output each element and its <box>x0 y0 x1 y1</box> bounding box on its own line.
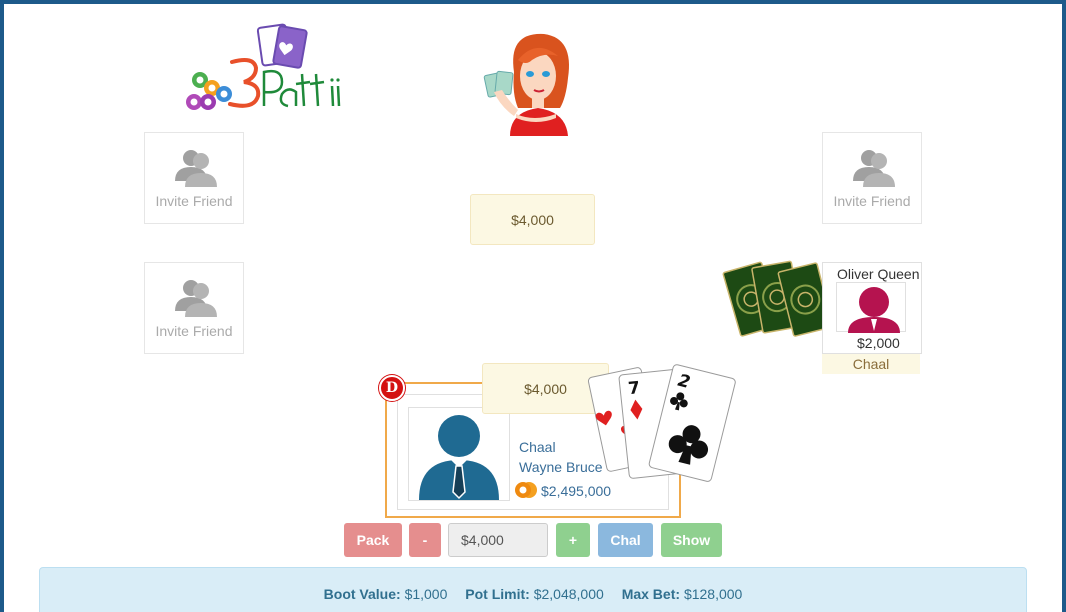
card-rank-7: 7 <box>627 378 641 399</box>
invite-friend-seat-top-right[interactable]: Invite Friend <box>822 132 922 224</box>
invite-friend-label: Invite Friend <box>833 193 911 209</box>
invite-friend-label: Invite Friend <box>155 193 233 209</box>
pot-limit-label: Pot Limit: <box>465 586 530 602</box>
invite-friend-seat-left[interactable]: Invite Friend <box>144 262 244 354</box>
chal-button[interactable]: Chal <box>598 523 653 557</box>
boot-value-info: Boot Value: $1,000 <box>324 586 448 602</box>
chips-icon <box>515 482 537 498</box>
opponent-status: Chaal <box>822 354 920 374</box>
boot-value-label: Boot Value: <box>323 586 401 602</box>
pack-button[interactable]: Pack <box>344 523 402 557</box>
add-friend-icon <box>175 150 217 187</box>
table-info-bar: Boot Value: $1,000 Pot Limit: $2,048,000… <box>39 567 1027 612</box>
player-status: Chaal <box>519 439 556 455</box>
decrease-bet-button[interactable]: - <box>409 523 441 557</box>
3patti-logo <box>186 23 341 110</box>
opponent-avatar <box>836 282 906 333</box>
pot-limit-info: Pot Limit: $2,048,000 <box>465 586 604 602</box>
opponent-name: Oliver Queen <box>837 266 920 282</box>
add-friend-icon <box>175 280 217 317</box>
opponent-seat: Oliver Queen $2,000 <box>822 262 922 354</box>
pot-limit-value: $2,048,000 <box>533 586 604 602</box>
invite-friend-label: Invite Friend <box>155 323 233 339</box>
add-friend-icon <box>853 150 895 187</box>
dealer-badge: D <box>379 375 405 401</box>
boot-value: $1,000 <box>404 586 448 602</box>
bet-amount-input[interactable] <box>448 523 548 557</box>
invite-friend-seat-top-left[interactable]: Invite Friend <box>144 132 244 224</box>
user-avatar-icon <box>419 415 499 500</box>
max-bet-info: Max Bet: $128,000 <box>622 586 743 602</box>
max-bet-value: $128,000 <box>683 586 743 602</box>
dealer-character <box>483 33 569 136</box>
player-avatar <box>408 407 510 501</box>
increase-bet-button[interactable]: + <box>556 523 590 557</box>
opponent-money: $2,000 <box>857 335 900 351</box>
max-bet-label: Max Bet: <box>621 586 681 602</box>
show-button[interactable]: Show <box>661 523 722 557</box>
center-pot: $4,000 <box>470 194 595 245</box>
user-avatar-icon <box>848 287 900 333</box>
player-cards: 7 2 <box>587 364 736 482</box>
